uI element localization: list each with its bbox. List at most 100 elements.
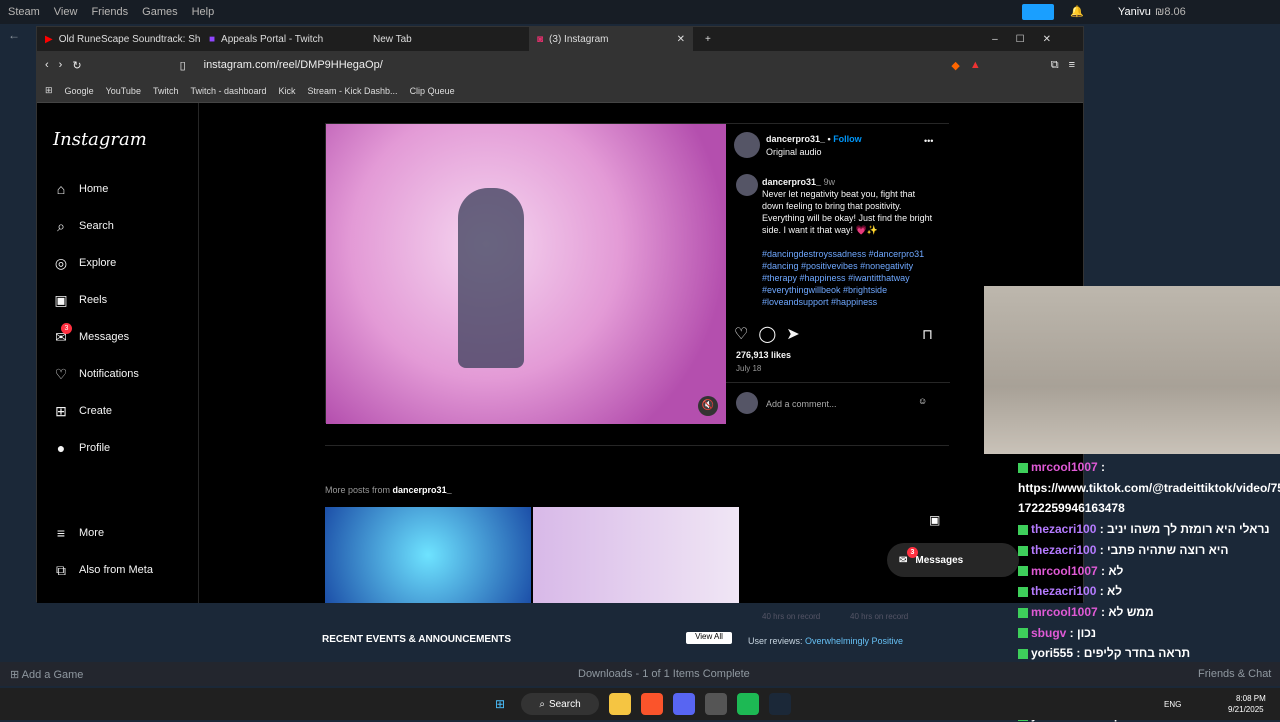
nav-more[interactable]: ≡ More (53, 525, 104, 541)
steam-menu-help[interactable]: Help (192, 6, 215, 18)
new-tab-icon[interactable]: + (705, 34, 711, 45)
tab-runescape[interactable]: ▶Old RuneScape Soundtrack: Shine - (37, 27, 201, 51)
caption-username[interactable]: dancerpro31_ (762, 177, 821, 187)
post-username[interactable]: dancerpro31_ (766, 134, 825, 144)
more-options-icon[interactable]: ••• (924, 136, 933, 146)
downloads-status[interactable]: Downloads - 1 of 1 Items Complete (578, 668, 750, 680)
follow-button[interactable]: Follow (833, 134, 862, 144)
post-actions: ♡ ◯ ➤ (734, 324, 800, 344)
reviews-value[interactable]: Overwhelmingly Positive (805, 636, 903, 646)
comment-icon[interactable]: ◯ (758, 324, 776, 344)
chat-message: thezacri100 : נראלי היא רומזת לך משהו ינ… (1018, 522, 1270, 536)
messages-floating-button[interactable]: ✉ Messages 3 (887, 543, 1019, 577)
chat-username[interactable]: yori555 (1031, 646, 1073, 660)
apps-icon[interactable]: ⊞ (45, 85, 53, 96)
nav-explore[interactable]: ◎ Explore (53, 255, 116, 271)
add-game-button[interactable]: ⊞ Add a Game (10, 668, 83, 681)
chat-username[interactable]: mrcool1007 (1031, 460, 1098, 474)
messages-badge: 3 (907, 547, 918, 558)
clock-date[interactable]: 9/21/2025 (1228, 705, 1264, 714)
reels-icon: ▣ (54, 291, 68, 308)
kick-badge-icon (1018, 587, 1028, 598)
steam-menu-friends[interactable]: Friends (91, 6, 128, 18)
nav-home[interactable]: ⌂ Home (53, 181, 109, 197)
bookmark-kick[interactable]: Kick (279, 86, 296, 96)
bookmark-twitch[interactable]: Twitch (153, 86, 179, 96)
bookmark-clip-queue[interactable]: Clip Queue (410, 86, 455, 96)
avatar[interactable] (734, 132, 760, 158)
nav-search[interactable]: ⌕ Search (53, 218, 114, 234)
view-all-button[interactable]: View All (686, 632, 732, 644)
bookmark-twitch-dashboard[interactable]: Twitch - dashboard (190, 86, 266, 96)
steam-menu-steam[interactable]: Steam (8, 6, 40, 18)
back-arrow-icon[interactable]: ← (8, 28, 22, 42)
reels-icon[interactable]: ▣ (929, 513, 940, 527)
post-audio[interactable]: Original audio (766, 147, 822, 157)
spotify-icon[interactable] (737, 693, 759, 715)
hrs-on-record-2: 40 hrs on record (850, 612, 909, 621)
likes-count[interactable]: 276,913 likes (736, 350, 791, 360)
more-post-thumb-2[interactable] (533, 507, 739, 603)
save-icon[interactable]: ⊓ (922, 326, 933, 343)
bell-icon[interactable]: 🔔 (1070, 5, 1084, 18)
window-controls[interactable]: –☐✕ (992, 34, 1069, 45)
rewards-icon[interactable]: ▲ (970, 59, 981, 71)
discord-icon[interactable] (673, 693, 695, 715)
chat-username[interactable]: thezacri100 (1031, 584, 1096, 598)
bookmark-youtube[interactable]: YouTube (106, 86, 141, 96)
share-icon[interactable]: ➤ (786, 324, 799, 344)
forward-icon[interactable]: › (59, 59, 63, 71)
nav-notifications[interactable]: ♡ Notifications (53, 366, 139, 382)
friends-chat-button[interactable]: Friends & Chat (1198, 668, 1271, 680)
nav-also-from-meta[interactable]: ⧉ Also from Meta (53, 562, 153, 578)
announcement-button[interactable] (1022, 4, 1054, 20)
clock-time[interactable]: 8:08 PM (1236, 694, 1266, 703)
kick-badge-icon (1018, 524, 1028, 535)
nav-create[interactable]: ⊞ Create (53, 403, 112, 419)
bookmark-google[interactable]: Google (65, 86, 94, 96)
steam-sidebar: ← (0, 24, 30, 664)
language-indicator[interactable]: ENG (1164, 700, 1181, 709)
like-icon[interactable]: ♡ (734, 324, 748, 344)
steam-menu-view[interactable]: View (54, 6, 78, 18)
taskbar-search[interactable]: ⌕ Search (521, 693, 599, 715)
chat-username[interactable]: mrcool1007 (1031, 605, 1098, 619)
url-field[interactable]: instagram.com/reel/DMP9HHegaOp/ (196, 55, 942, 75)
avatar (736, 392, 758, 414)
extensions-icon[interactable]: ⧉ (1051, 59, 1059, 72)
bookmark-kick-dashboard[interactable]: Stream - Kick Dashb... (308, 86, 398, 96)
chat-username[interactable]: thezacri100 (1031, 543, 1096, 557)
bookmark-icon[interactable]: ▯ (180, 59, 186, 72)
nav-reels[interactable]: ▣ Reels (53, 292, 107, 308)
steam-username[interactable]: Yanivu (1118, 6, 1151, 18)
emoji-icon[interactable]: ☺ (918, 396, 927, 406)
user-reviews: User reviews: Overwhelmingly Positive (748, 636, 903, 646)
reel-video[interactable]: 🔇 (326, 124, 726, 424)
reload-icon[interactable]: ↻ (72, 59, 81, 72)
mute-icon[interactable]: 🔇 (698, 396, 718, 416)
menu-icon[interactable]: ≡ (1069, 59, 1075, 71)
obs-icon[interactable] (705, 693, 727, 715)
brave-shield-icon[interactable]: ◆ (951, 59, 959, 72)
nav-messages[interactable]: ✉ Messages 3 (53, 323, 129, 345)
comment-input[interactable]: Add a comment... (766, 399, 837, 409)
nav-profile[interactable]: ● Profile (53, 440, 110, 456)
chat-text: : נכון (1066, 625, 1097, 640)
caption-hashtags[interactable]: #dancingdestroyssadness #dancerpro31 #da… (762, 249, 924, 307)
more-posts-user[interactable]: dancerpro31_ (393, 485, 452, 495)
file-explorer-icon[interactable] (609, 693, 631, 715)
chat-username[interactable]: sbugv (1031, 626, 1066, 640)
steam-icon[interactable] (769, 693, 791, 715)
tab-instagram[interactable]: ◙ (3) Instagram ✕ (529, 27, 693, 51)
more-post-thumb-1[interactable] (325, 507, 531, 603)
start-icon[interactable]: ⊞ (489, 693, 511, 715)
back-icon[interactable]: ‹ (45, 59, 49, 71)
close-tab-icon[interactable]: ✕ (677, 34, 685, 45)
chat-username[interactable]: mrcool1007 (1031, 564, 1098, 578)
instagram-logo[interactable]: Instagram (53, 129, 147, 150)
tab-newtab[interactable]: New Tab (365, 27, 529, 51)
chat-username[interactable]: thezacri100 (1031, 522, 1096, 536)
tab-appeals[interactable]: ■ Appeals Portal - Twitch (201, 27, 365, 51)
steam-menu-games[interactable]: Games (142, 6, 177, 18)
brave-icon[interactable] (641, 693, 663, 715)
